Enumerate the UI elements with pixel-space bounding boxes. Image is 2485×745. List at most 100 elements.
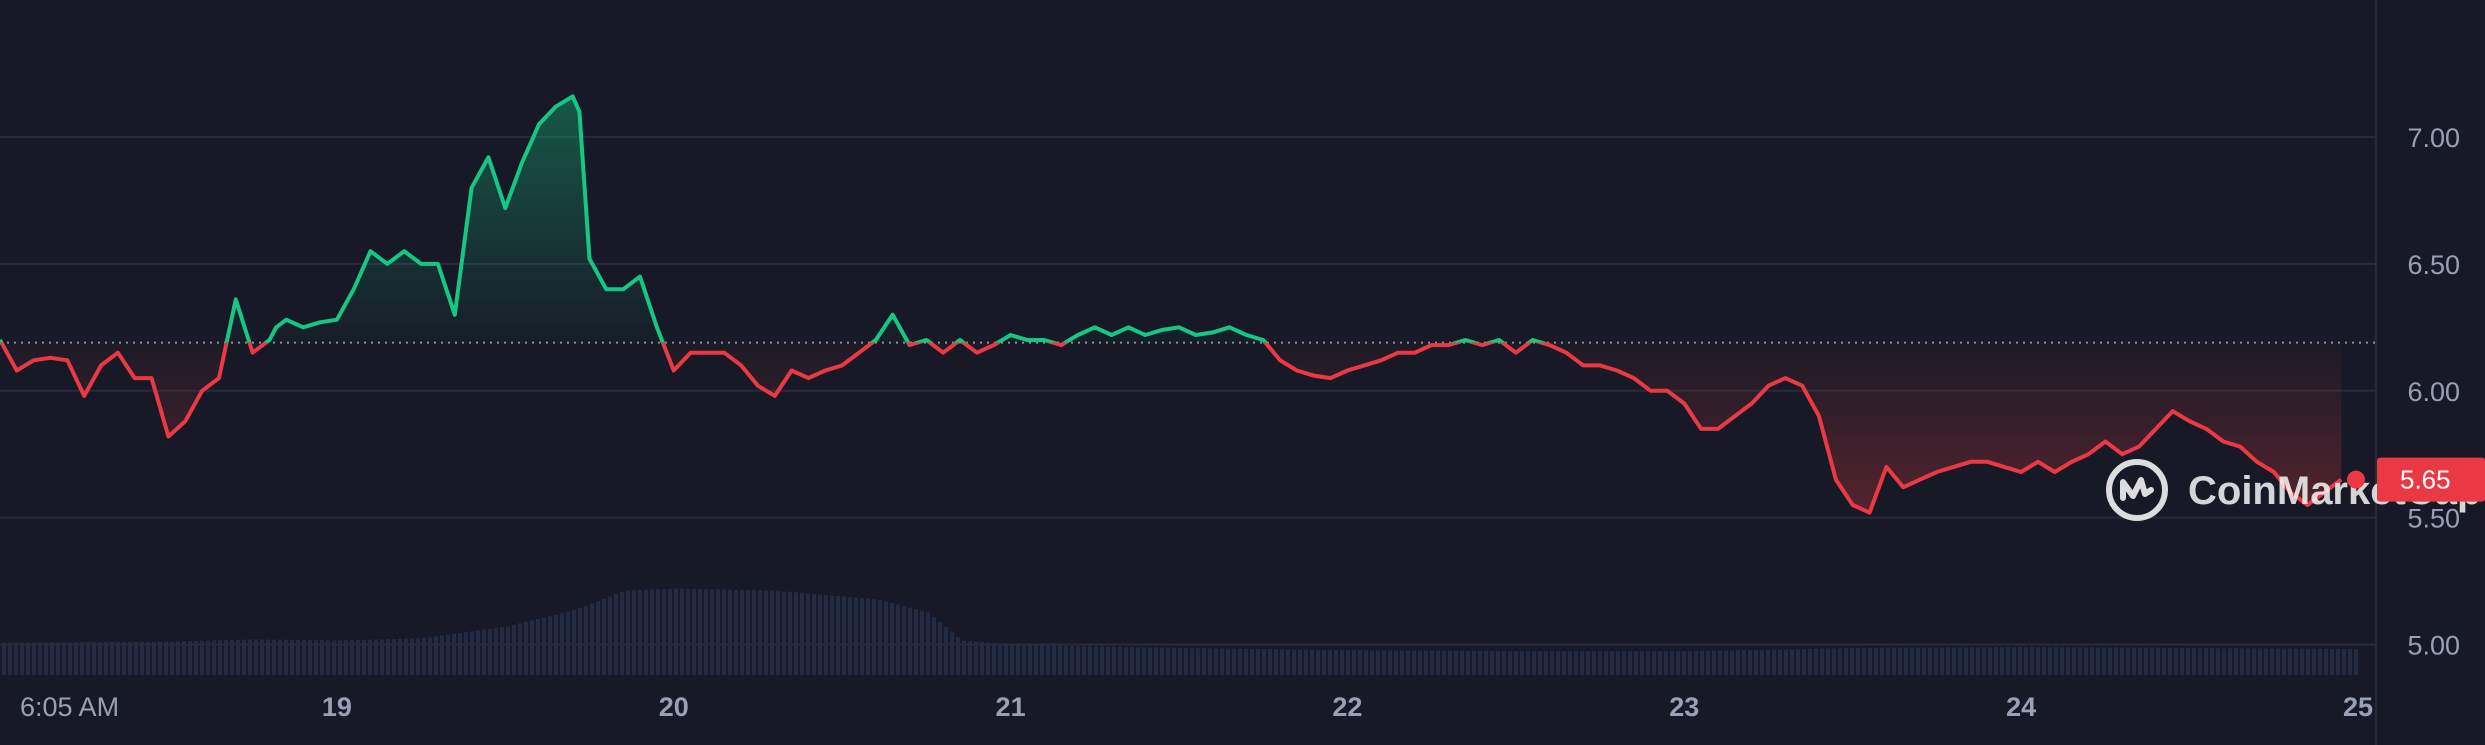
volume-bar: [2042, 647, 2046, 675]
volume-bar: [848, 597, 852, 675]
volume-bar: [86, 642, 90, 675]
volume-bar: [116, 641, 120, 675]
volume-bar: [434, 636, 438, 675]
volume-bar: [386, 639, 390, 675]
volume-bar: [2282, 648, 2286, 675]
volume-bar: [1172, 647, 1176, 675]
volume-bar: [2246, 648, 2250, 675]
volume-bar: [2078, 647, 2082, 675]
volume-bar: [1682, 651, 1686, 675]
volume-bar: [1286, 649, 1290, 675]
volume-bar: [2288, 648, 2292, 675]
volume-bar: [950, 632, 954, 675]
volume-bar: [824, 594, 828, 675]
volume-bar: [284, 639, 288, 675]
volume-bar: [590, 603, 594, 675]
volume-bar: [1646, 651, 1650, 675]
volume-bar: [1670, 651, 1674, 675]
volume-bar: [956, 637, 960, 675]
chart-canvas[interactable]: 5.005.506.006.507.00 6:05 AM 19 20 21 22 23 24…: [0, 0, 2485, 745]
volume-bar: [164, 641, 168, 675]
volume-bar: [1070, 645, 1074, 675]
volume-bar: [830, 595, 834, 675]
volume-bar: [1820, 648, 1824, 675]
volume-bar: [2060, 647, 2064, 675]
volume-bar: [992, 643, 996, 675]
volume-bar: [8, 642, 12, 675]
volume-bar: [500, 627, 504, 675]
volume-bar: [1616, 651, 1620, 675]
volume-bar: [182, 641, 186, 675]
volume-bar: [608, 596, 612, 675]
volume-bar: [368, 639, 372, 675]
volume-bar: [248, 639, 252, 675]
volume-bar: [2216, 648, 2220, 675]
volume-bar: [1208, 648, 1212, 675]
volume-bar: [2102, 647, 2106, 675]
volume-bar: [38, 642, 42, 675]
volume-bar: [1994, 647, 1998, 675]
volume-bar: [818, 594, 822, 675]
volume-bar: [2036, 647, 2040, 675]
volume-bar: [626, 590, 630, 675]
volume-bar: [2240, 648, 2244, 675]
volume-bar: [134, 641, 138, 675]
volume-bar: [638, 590, 642, 675]
volume-bar: [2270, 648, 2274, 675]
volume-bar: [1598, 651, 1602, 675]
volume-bar: [644, 589, 648, 675]
volume-bar: [212, 640, 216, 675]
volume-bar: [1754, 649, 1758, 675]
volume-bar: [326, 640, 330, 675]
volume-bar: [554, 614, 558, 675]
x-tick-label: 20: [659, 692, 689, 722]
volume-bar: [686, 588, 690, 675]
volume-bar: [902, 606, 906, 675]
volume-bar: [404, 638, 408, 675]
volume-bar: [1526, 651, 1530, 675]
volume-bar: [2228, 648, 2232, 675]
volume-bar: [1976, 647, 1980, 675]
volume-bar: [230, 639, 234, 675]
volume-bar: [1718, 650, 1722, 675]
volume-bar: [2324, 648, 2328, 675]
y-tick-label: 5.00: [2407, 631, 2460, 661]
volume-bar: [110, 641, 114, 675]
volume-bar: [1898, 647, 1902, 675]
volume-bar: [272, 639, 276, 675]
volume-bar: [170, 641, 174, 675]
volume-bar: [1250, 648, 1254, 675]
x-tick-label: 21: [996, 692, 1026, 722]
volume-bar: [1004, 644, 1008, 675]
volume-bar: [1784, 649, 1788, 675]
volume-bar: [1958, 647, 1962, 675]
volume-bar: [1226, 648, 1230, 675]
x-tick-label: 6:05 AM: [20, 692, 119, 722]
volume-bar: [1430, 650, 1434, 675]
volume-bar: [2342, 648, 2346, 675]
volume-bar: [788, 591, 792, 675]
volume-bar: [2090, 647, 2094, 675]
volume-bar: [1388, 650, 1392, 675]
volume-bar: [1790, 649, 1794, 675]
volume-bar: [1568, 651, 1572, 675]
x-tick-label: 23: [1669, 692, 1699, 722]
volume-bar: [152, 641, 156, 675]
volume-bar: [1400, 650, 1404, 675]
volume-bar: [1844, 648, 1848, 675]
volume-bar: [2354, 649, 2358, 675]
volume-bar: [986, 642, 990, 675]
volume-bar: [1238, 648, 1242, 675]
volume-bar: [464, 632, 468, 675]
volume-bar: [1982, 647, 1986, 675]
volume-bar: [764, 590, 768, 675]
volume-bar: [2168, 647, 2172, 675]
volume-bar: [1886, 647, 1890, 675]
volume-bar: [2264, 648, 2268, 675]
volume-bar: [698, 589, 702, 675]
volume-bar: [14, 642, 18, 675]
volume-bar: [1574, 651, 1578, 675]
volume-bar: [392, 639, 396, 675]
volume-bar: [542, 617, 546, 675]
volume-bar: [1580, 651, 1584, 675]
